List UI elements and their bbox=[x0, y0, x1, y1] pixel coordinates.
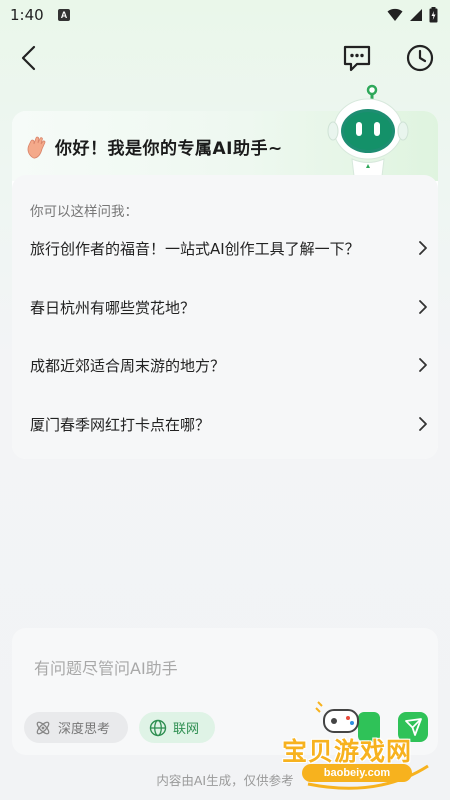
back-button[interactable] bbox=[14, 42, 46, 74]
chevron-right-icon bbox=[419, 417, 427, 431]
status-time: 1:40 bbox=[10, 6, 44, 24]
suggestion-item[interactable]: 成都近郊适合周末游的地方？ bbox=[12, 343, 438, 387]
watermark-text: 宝贝游戏网 bbox=[282, 737, 413, 766]
web-search-label: 联网 bbox=[173, 722, 200, 737]
globe-icon bbox=[149, 719, 167, 736]
wifi-icon bbox=[387, 8, 403, 21]
suggestion-item[interactable]: 旅行创作者的福音！一站式AI创作工具了解一下？ bbox=[12, 226, 438, 270]
deep-think-label: 深度思考 bbox=[58, 722, 111, 737]
suggestion-item[interactable]: 春日杭州有哪些赏花地？ bbox=[12, 285, 438, 329]
chat-bubble-dots-icon bbox=[343, 45, 371, 72]
atom-icon bbox=[36, 721, 50, 734]
battery-icon bbox=[429, 7, 438, 23]
clock-history-icon bbox=[406, 44, 434, 72]
suggestion-text: 成都近郊适合周末游的地方？ bbox=[30, 357, 226, 375]
chevron-left-icon bbox=[21, 45, 36, 71]
deep-think-toggle[interactable]: 深度思考 bbox=[24, 712, 128, 743]
signal-icon bbox=[410, 9, 422, 21]
watermark-url: baobeiy.com bbox=[302, 764, 412, 782]
chevron-right-icon bbox=[419, 300, 427, 314]
notification-icon: A bbox=[58, 9, 70, 21]
chat-input[interactable] bbox=[24, 648, 444, 688]
suggestion-text: 厦门春季网红打卡点在哪？ bbox=[30, 416, 211, 434]
suggestion-text: 旅行创作者的福音！一站式AI创作工具了解一下？ bbox=[30, 240, 360, 258]
web-search-toggle[interactable]: 联网 bbox=[139, 712, 215, 743]
message-button[interactable] bbox=[340, 41, 374, 75]
history-button[interactable] bbox=[403, 41, 437, 75]
waving-hand-icon bbox=[26, 135, 48, 159]
chevron-right-icon bbox=[419, 358, 427, 372]
suggestion-hint: 你可以这样问我： bbox=[30, 204, 138, 220]
greeting-title: 你好！我是你的专属AI助手~ bbox=[55, 139, 283, 159]
suggestion-text: 春日杭州有哪些赏花地？ bbox=[30, 299, 196, 317]
robot-mascot-icon bbox=[327, 84, 409, 179]
status-icons bbox=[387, 7, 438, 23]
chevron-right-icon bbox=[419, 241, 427, 255]
status-bar: 1:40 A bbox=[0, 0, 450, 32]
suggestion-item[interactable]: 厦门春季网红打卡点在哪？ bbox=[12, 402, 438, 446]
